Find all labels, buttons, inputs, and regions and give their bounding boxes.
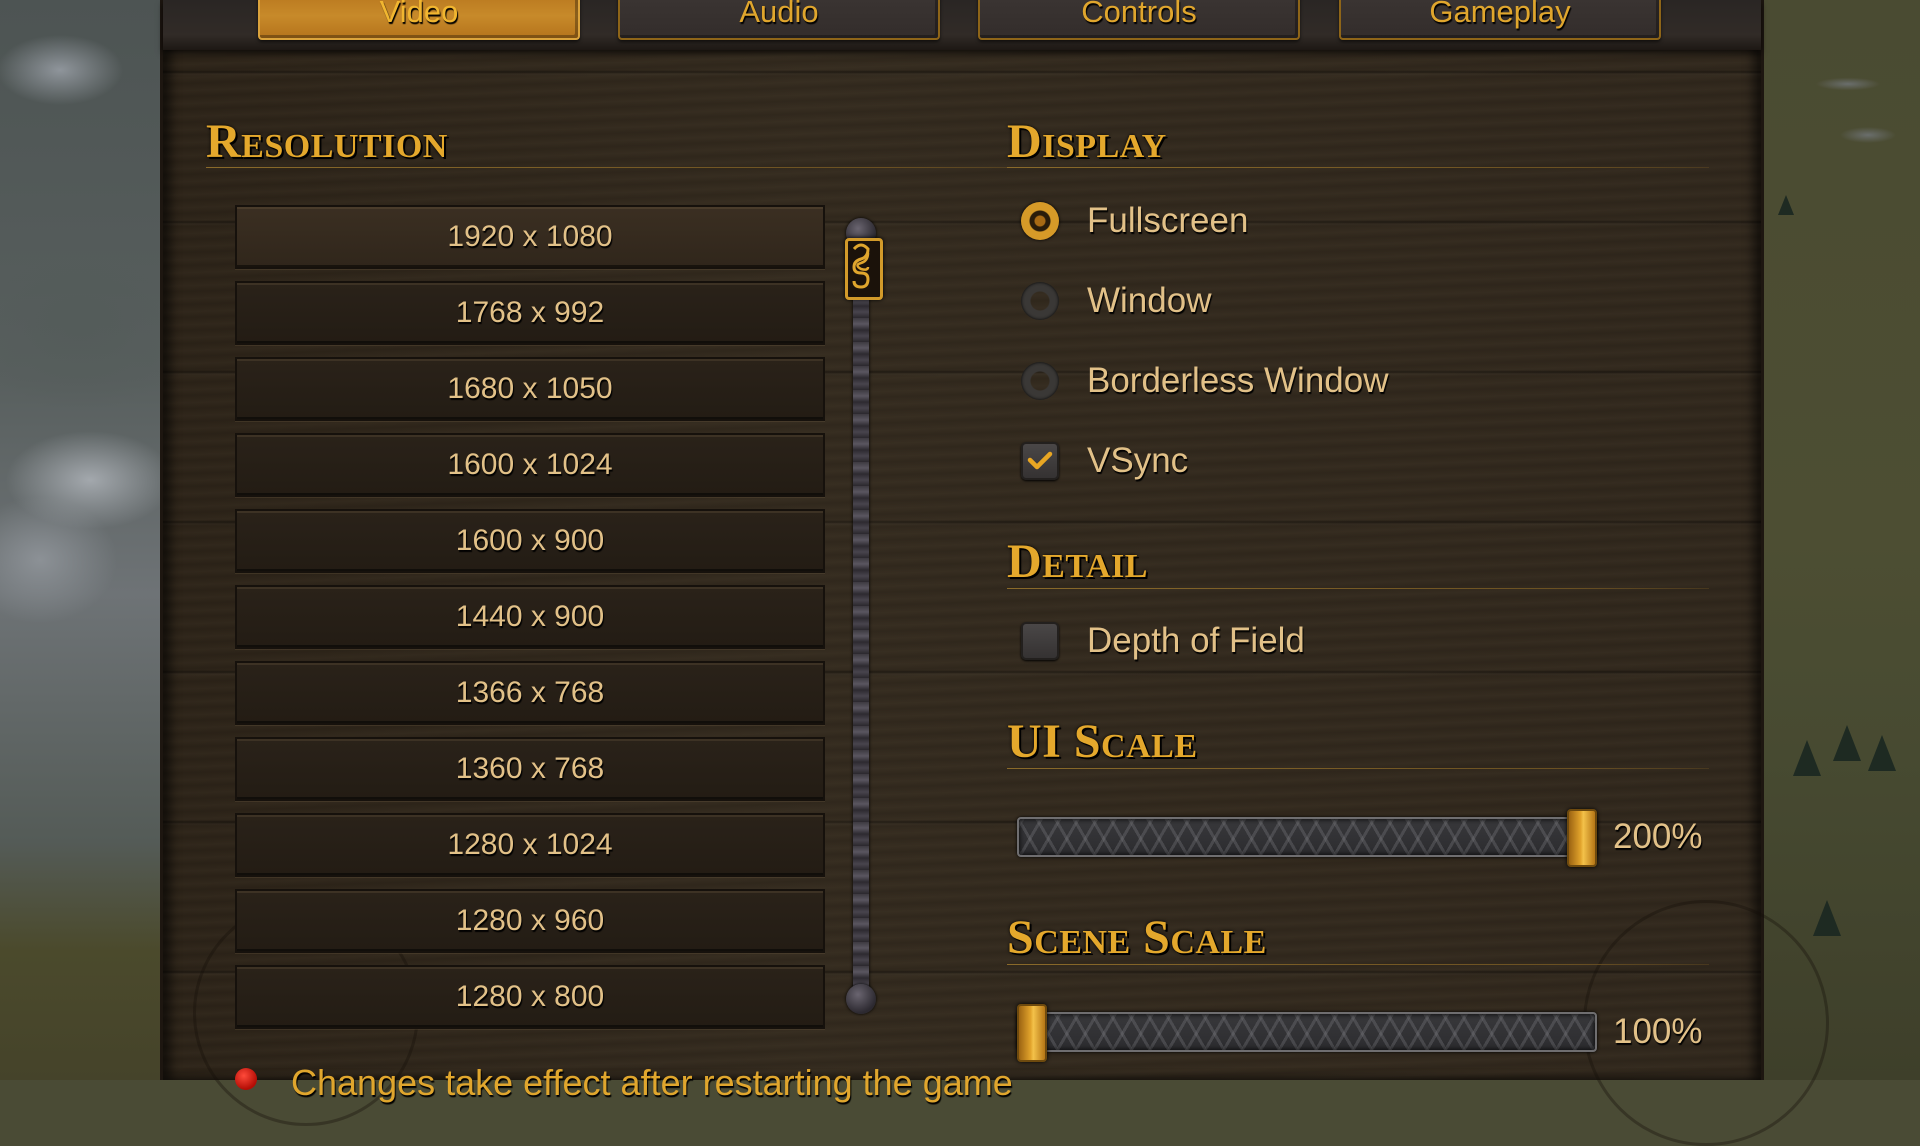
resolution-option[interactable]: 1280 x 960 [235,889,825,953]
background-forest [1758,0,1920,1080]
resolution-option[interactable]: 1280 x 1024 [235,813,825,877]
option-vsync[interactable]: VSync [1021,436,1188,486]
resolution-option[interactable]: 1768 x 992 [235,281,825,345]
scrollbar-thumb[interactable] [845,238,883,300]
resolution-heading: Resolution [206,115,448,168]
detail-heading: Detail [1007,535,1148,588]
checkbox-unchecked[interactable] [1021,622,1059,660]
option-label: VSync [1087,441,1189,480]
background-mountains [0,0,162,1080]
restart-notice: Changes take effect after restarting the… [291,1062,1013,1103]
display-heading: Display [1007,115,1167,168]
resolution-option[interactable]: 1360 x 768 [235,737,825,801]
radio-unselected-icon[interactable] [1021,282,1059,320]
option-borderless-window[interactable]: Borderless Window [1021,356,1389,406]
warning-dot-icon [235,1068,257,1090]
resolution-option[interactable]: 1366 x 768 [235,661,825,725]
ui-scale-divider [1007,768,1709,769]
tree-icon [1833,725,1861,761]
settings-panel: Video Audio Controls Gameplay Resolution… [160,0,1829,1146]
resolution-option[interactable]: 1600 x 1024 [235,433,825,497]
option-label: Fullscreen [1087,201,1249,240]
celtic-knot-icon [852,243,870,289]
radio-unselected-icon[interactable] [1021,362,1059,400]
tab-video[interactable]: Video [258,0,580,40]
tree-icon [1778,195,1794,215]
slider-handle[interactable] [1017,1004,1047,1062]
resolution-option[interactable]: 1280 x 800 [235,965,825,1029]
radio-selected-icon[interactable] [1021,202,1059,240]
tab-bar: Video Audio Controls Gameplay [163,0,1761,50]
checkmark-icon [1027,451,1053,470]
slider-track[interactable] [1017,1012,1597,1052]
resolution-option[interactable]: 1920 x 1080 [235,205,825,269]
option-label: Depth of Field [1087,621,1305,660]
ui-scale-slider[interactable] [1017,809,1597,867]
scene-scale-heading: Scene Scale [1007,911,1267,964]
scene-scale-slider[interactable] [1017,1004,1597,1062]
tree-icon [1813,900,1841,936]
display-divider [1007,167,1709,168]
tab-gameplay[interactable]: Gameplay [1339,0,1661,40]
slider-track[interactable] [1017,817,1597,857]
option-label: Borderless Window [1087,361,1389,400]
scrollbar-bottom-cap [846,984,876,1014]
resolution-scrollbar[interactable] [853,222,869,1002]
scene-scale-divider [1007,964,1709,965]
tree-icon [1868,735,1896,771]
checkbox-checked[interactable] [1021,442,1059,480]
resolution-option[interactable]: 1680 x 1050 [235,357,825,421]
ui-scale-heading: UI Scale [1007,715,1198,768]
tab-audio[interactable]: Audio [618,0,940,40]
option-fullscreen[interactable]: Fullscreen [1021,196,1248,246]
ui-scale-value: 200% [1613,817,1703,856]
option-window[interactable]: Window [1021,276,1211,326]
option-depth-of-field[interactable]: Depth of Field [1021,616,1305,666]
tree-icon [1793,740,1821,776]
tab-controls[interactable]: Controls [978,0,1300,40]
detail-divider [1007,588,1709,589]
resolution-option[interactable]: 1600 x 900 [235,509,825,573]
option-label: Window [1087,281,1212,320]
resolution-divider [206,167,1056,168]
slider-handle[interactable] [1567,809,1597,867]
resolution-option[interactable]: 1440 x 900 [235,585,825,649]
scene-scale-value: 100% [1613,1012,1703,1051]
